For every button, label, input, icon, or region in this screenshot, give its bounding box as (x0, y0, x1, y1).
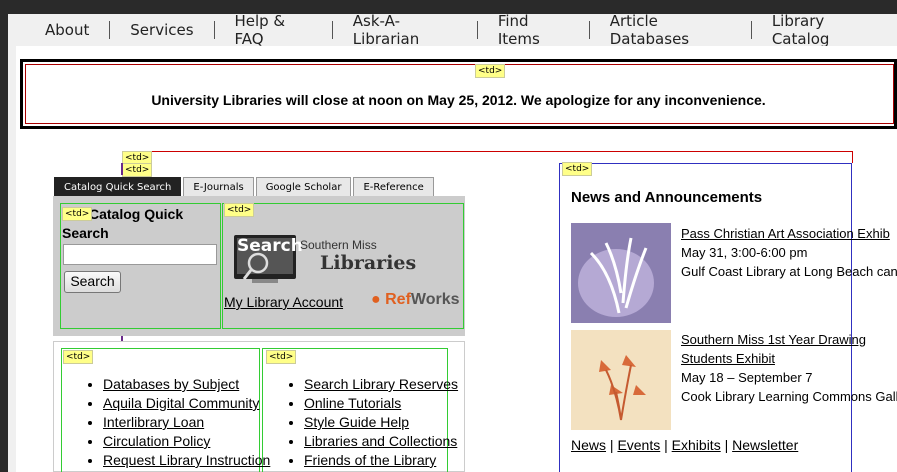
news-item-date: May 31, 3:00-6:00 pm (681, 245, 808, 260)
drawing-exhibit-thumbnail[interactable] (571, 330, 671, 430)
td-tag: <td> (562, 162, 593, 176)
news-item-title[interactable]: Pass Christian Art Association Exhib (681, 224, 897, 243)
separator: | (609, 437, 614, 453)
nav-help-faq[interactable]: Help & FAQ (214, 12, 331, 48)
news-item-date: May 18 – September 7 (681, 370, 813, 385)
library-reserves-link[interactable]: Search Library Reserves (304, 376, 458, 392)
logo-line1: Southern Miss (300, 238, 377, 252)
search-button[interactable]: Search (64, 271, 121, 293)
circulation-policy-link[interactable]: Circulation Policy (103, 433, 210, 449)
interlibrary-loan-link[interactable]: Interlibrary Loan (103, 414, 204, 430)
events-link[interactable]: Events (617, 437, 660, 453)
td-tag: <td> (62, 207, 93, 221)
quick-links-left: Databases by Subject Aquila Digital Comm… (85, 375, 270, 470)
news-item-place: Gulf Coast Library at Long Beach can (681, 264, 897, 279)
list-item: Databases by Subject (103, 375, 270, 394)
my-library-account-link[interactable]: My Library Account (224, 294, 343, 310)
catalog-search-input[interactable] (63, 244, 217, 265)
tab-e-journals[interactable]: E-Journals (183, 177, 254, 198)
news-item: Pass Christian Art Association Exhib May… (681, 224, 897, 281)
list-item: Libraries and Collections (304, 432, 458, 451)
tab-catalog-quick-search[interactable]: Catalog Quick Search (54, 177, 182, 198)
td-tag: <td> (266, 350, 297, 364)
logo-search-word: Search (237, 236, 303, 256)
td-tag: <td> (224, 203, 255, 217)
quick-links-right: Search Library Reserves Online Tutorials… (286, 375, 458, 470)
table-outline (122, 151, 853, 163)
nav-article-databases[interactable]: Article Databases (590, 12, 751, 48)
td-tag: <td> (475, 64, 506, 78)
list-item: Online Tutorials (304, 394, 458, 413)
list-item: Request Library Instruction (103, 451, 270, 470)
nav-library-catalog[interactable]: Library Catalog (752, 12, 897, 48)
aquila-link[interactable]: Aquila Digital Community (103, 395, 259, 411)
newsletter-link[interactable]: Newsletter (732, 437, 798, 453)
notice-text: University Libraries will close at noon … (151, 92, 766, 108)
news-title: News and Announcements (571, 189, 763, 206)
nav-ask-a-librarian[interactable]: Ask-A-Librarian (333, 12, 477, 48)
table-outline (121, 163, 123, 175)
news-link[interactable]: News (571, 437, 606, 453)
style-guide-link[interactable]: Style Guide Help (304, 414, 409, 430)
td-tag: <td> (63, 350, 94, 364)
friends-library-link[interactable]: Friends of the Library (304, 452, 436, 468)
top-navigation: About Services Help & FAQ Ask-A-Libraria… (8, 12, 897, 48)
nav-about[interactable]: About (8, 21, 109, 39)
libraries-collections-link[interactable]: Libraries and Collections (304, 433, 457, 449)
news-item-place: Cook Library Learning Commons Gall (681, 389, 897, 404)
tab-e-reference[interactable]: E-Reference (353, 177, 434, 198)
online-tutorials-link[interactable]: Online Tutorials (304, 395, 401, 411)
nav-find-items[interactable]: Find Items (478, 12, 589, 48)
list-item: Interlibrary Loan (103, 413, 270, 432)
logo-line2: Libraries (320, 252, 417, 274)
nav-services[interactable]: Services (110, 21, 213, 39)
databases-by-subject-link[interactable]: Databases by Subject (103, 376, 239, 392)
tab-google-scholar[interactable]: Google Scholar (255, 177, 352, 198)
td-tag: <td> (122, 163, 153, 177)
news-item-title[interactable]: Southern Miss 1st Year Drawing (681, 330, 897, 349)
list-item: Style Guide Help (304, 413, 458, 432)
refworks-logo[interactable]: ● RefWorks (371, 291, 460, 309)
list-item: Search Library Reserves (304, 375, 458, 394)
separator: | (664, 437, 668, 453)
news-item: Southern Miss 1st Year Drawing Students … (681, 330, 897, 406)
exhibits-link[interactable]: Exhibits (672, 437, 721, 453)
art-exhibit-thumbnail[interactable] (571, 223, 671, 323)
news-item-title[interactable]: Students Exhibit (681, 349, 897, 368)
list-item: Friends of the Library (304, 451, 458, 470)
news-footer: News | Events | Exhibits | Newsletter (571, 437, 798, 453)
separator: | (724, 437, 729, 453)
search-tabs: Catalog Quick Search E-Journals Google S… (54, 177, 436, 198)
list-item: Aquila Digital Community (103, 394, 270, 413)
list-item: Circulation Policy (103, 432, 270, 451)
request-instruction-link[interactable]: Request Library Instruction (103, 452, 270, 468)
